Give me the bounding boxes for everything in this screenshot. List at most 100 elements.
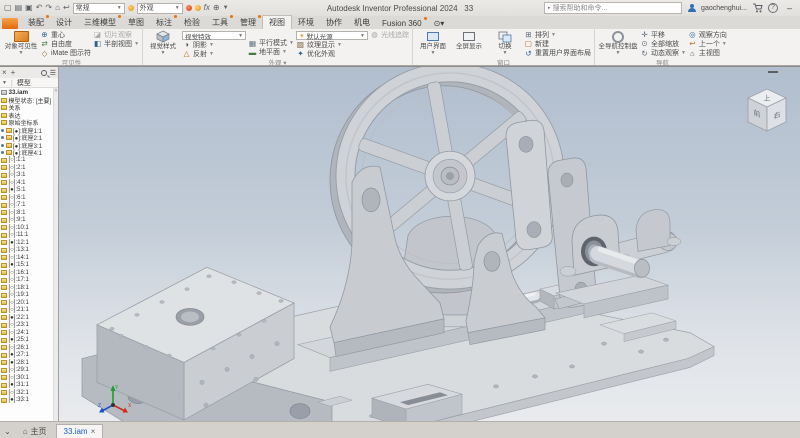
ribbon-tab-0[interactable]: 装配 [22, 16, 50, 29]
ribbon-tab-13[interactable]: ⊙▾ [428, 18, 451, 29]
pan-button[interactable]: ✛平移 [640, 30, 686, 39]
tree-item[interactable]: [○]:21:1 [1, 307, 58, 315]
tree-item[interactable]: [●]:15:1 [1, 262, 58, 270]
tree-item[interactable]: [○]:1:1 [1, 157, 58, 165]
tree-item[interactable]: [○]:3:1 [1, 172, 58, 180]
return-icon[interactable]: ↩ [63, 1, 70, 15]
previous-view-button[interactable]: ↩上一个▼ [688, 39, 727, 48]
redo-icon[interactable]: ↷ [45, 1, 52, 15]
home-icon[interactable]: ⌂ [55, 1, 60, 15]
graphics-viewport[interactable]: 上 前 右 X Y Z [59, 67, 800, 421]
look-at-button[interactable]: ◎观察方向 [688, 30, 727, 39]
ribbon-tab-1[interactable]: 设计 [50, 16, 78, 29]
ribbon-tab-12[interactable]: Fusion 360 [376, 18, 428, 29]
tree-item[interactable]: [●]:27:1 [1, 352, 58, 360]
full-screen-button[interactable]: 全屏显示 [452, 30, 486, 57]
tree-item[interactable]: [○]:18:1 [1, 284, 58, 292]
tree-item[interactable]: [○]:7:1 [1, 202, 58, 210]
tree-item[interactable]: [○]:2:1 [1, 164, 58, 172]
parameters-fx-icon[interactable]: fx [204, 1, 210, 15]
ribbon-tab-6[interactable]: 工具 [206, 16, 234, 29]
save-icon[interactable]: ▣ [25, 1, 33, 15]
tree-item[interactable]: [○]:11:1 [1, 232, 58, 240]
minimize-button[interactable]: – [783, 3, 796, 13]
zoom-all-button[interactable]: ⊙全部缩放 [640, 39, 686, 48]
tree-item[interactable]: [○]:24:1 [1, 329, 58, 337]
tree-item[interactable]: [○]:16:1 [1, 269, 58, 277]
browser-header[interactable]: ▼❘ 模型 [0, 78, 58, 88]
tree-item[interactable]: [○]:10:1 [1, 224, 58, 232]
navbar-collapsed-icon[interactable] [768, 71, 778, 73]
measure-icon[interactable] [186, 5, 192, 11]
viewcube[interactable]: 上 前 右 [742, 81, 792, 137]
visual-style-button[interactable]: 视觉样式▼ [146, 30, 180, 57]
tree-item[interactable]: [●]:28:1 [1, 359, 58, 367]
tree-item[interactable]: [●]:33:1 [1, 397, 58, 405]
qat-add-icon[interactable]: ⊕ [213, 1, 220, 15]
new-file-icon[interactable]: ▢ [4, 1, 12, 15]
tree-item[interactable]: [○]:19:1 [1, 292, 58, 300]
open-folder-icon[interactable]: ▤ [15, 1, 23, 15]
ribbon-tab-11[interactable]: 机电 [348, 16, 376, 29]
tree-item[interactable]: [●]:底座4:1 [1, 149, 58, 157]
user-interface-button[interactable]: 用户界面▼ [416, 30, 450, 57]
tree-item[interactable]: [○]:9:1 [1, 217, 58, 225]
application-menu-button[interactable] [2, 18, 18, 29]
tabbar-chevron-icon[interactable]: ⌄ [4, 427, 14, 438]
tree-item[interactable]: [●]:5:1 [1, 187, 58, 195]
tree-item[interactable]: [○]:30:1 [1, 374, 58, 382]
center-of-gravity-button[interactable]: ⊕重心 [40, 30, 91, 39]
tree-item[interactable]: [○]:20:1 [1, 299, 58, 307]
ribbon-tab-4[interactable]: 标注 [150, 16, 178, 29]
ribbon-tab-5[interactable]: 检验 [178, 16, 206, 29]
ray-tracing-button[interactable]: ◍光线追踪 [370, 30, 409, 39]
ribbon-tab-8[interactable]: 视图 [262, 15, 292, 29]
tree-item[interactable]: [●]:31:1 [1, 382, 58, 390]
cart-icon[interactable] [752, 3, 763, 13]
browser-scrollbar[interactable]: ˄ [53, 88, 58, 421]
half-section-button[interactable]: ◧半剖视图▼ [93, 39, 139, 48]
visual-effects-combo[interactable]: 视觉特效▼ [182, 31, 246, 40]
tree-item[interactable]: [○]:23:1 [1, 322, 58, 330]
document-tab-close-icon[interactable]: × [91, 427, 96, 436]
browser-add-icon[interactable]: + [11, 68, 16, 77]
tree-item[interactable]: [○]:17:1 [1, 277, 58, 285]
material-combo[interactable]: 常规▼ [73, 3, 125, 14]
ground-plane-button[interactable]: ▬地平面▼ [248, 48, 294, 57]
tree-item[interactable]: [○]:32:1 [1, 389, 58, 397]
arrange-button[interactable]: ⊞排列▼ [524, 30, 591, 39]
tree-item[interactable]: [○]:6:1 [1, 194, 58, 202]
object-visibility-button[interactable]: 对象可见性▼ [4, 30, 38, 57]
new-window-button[interactable]: ▢新建 [524, 39, 591, 48]
appearance-ball-icon[interactable] [128, 5, 134, 11]
search-expander-icon[interactable]: ▸ [548, 5, 551, 11]
degrees-of-freedom-button[interactable]: ⇄自由度 [40, 39, 91, 48]
ribbon-tab-3[interactable]: 草图 [122, 16, 150, 29]
tree-item[interactable]: [●]:12:1 [1, 239, 58, 247]
tolerance-icon[interactable] [195, 5, 201, 11]
ribbon-tab-7[interactable]: 管理 [234, 16, 262, 29]
tree-item[interactable]: [●]:22:1 [1, 314, 58, 322]
tree-item[interactable]: [●]:25:1 [1, 337, 58, 345]
slice-view-button[interactable]: ◪切片观察 [93, 30, 139, 39]
ribbon-tab-2[interactable]: 三维模型 [78, 16, 122, 29]
user-avatar-icon[interactable] [687, 4, 696, 13]
tree-item[interactable]: [○]:26:1 [1, 344, 58, 352]
appearance-combo[interactable]: 外观▼ [137, 3, 183, 14]
user-name[interactable]: gaochenghui... [701, 5, 747, 12]
undo-icon[interactable]: ↶ [36, 1, 43, 15]
textures-button[interactable]: ▨纹理显示▼ [296, 40, 368, 49]
switch-windows-button[interactable]: 切换▼ [488, 30, 522, 57]
navigation-wheel-button[interactable]: 全导航控制盘▼ [598, 30, 638, 57]
ribbon-tab-9[interactable]: 环境 [292, 16, 320, 29]
browser-search-icon[interactable] [41, 70, 47, 76]
help-icon[interactable]: ? [768, 3, 778, 13]
tree-item[interactable]: [○]:14:1 [1, 254, 58, 262]
ribbon-tab-10[interactable]: 协作 [320, 16, 348, 29]
tree-item[interactable]: [○]:4:1 [1, 179, 58, 187]
tree-item[interactable]: [○]:29:1 [1, 367, 58, 375]
tree-item[interactable]: [○]:13:1 [1, 247, 58, 255]
lighting-combo[interactable]: ☀ 默认光源▼ [296, 31, 368, 40]
tree-item[interactable]: [○]:8:1 [1, 209, 58, 217]
browser-menu-icon[interactable]: ☰ [50, 69, 56, 77]
